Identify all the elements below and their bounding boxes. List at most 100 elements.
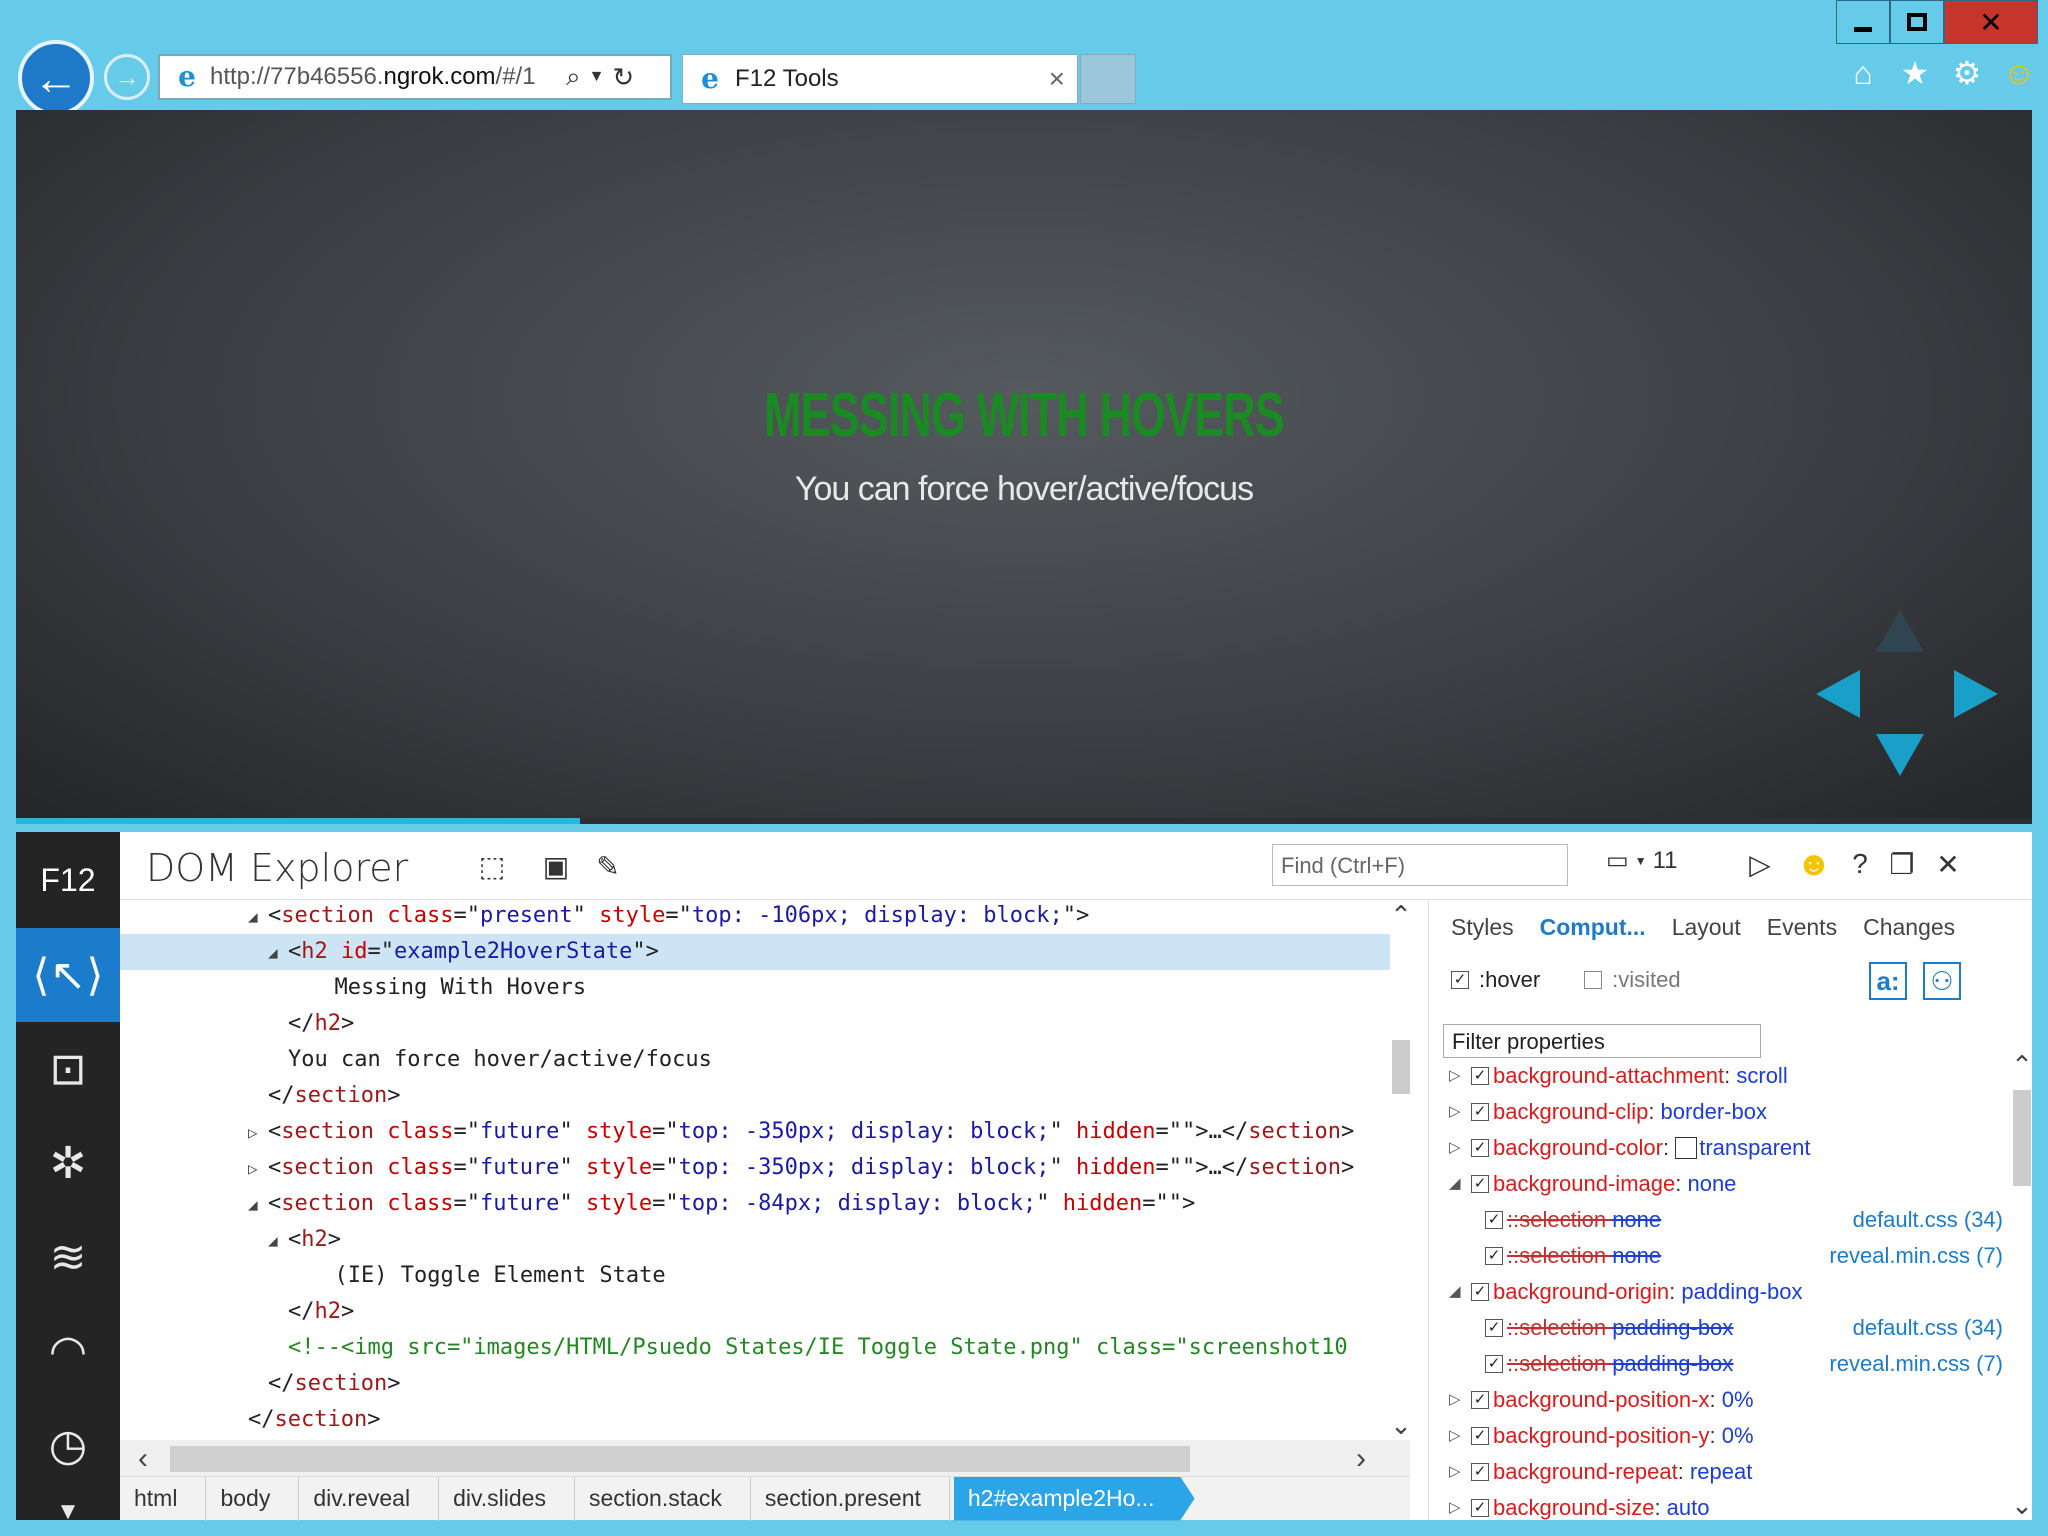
properties-scroll-thumb[interactable] [2013,1090,2031,1186]
breadcrumb-item[interactable]: html [120,1476,207,1521]
expand-toggle-icon[interactable]: ▷ [248,1151,268,1186]
back-button[interactable]: ← [18,40,94,116]
expand-toggle-icon[interactable]: ▷ [1449,1490,1461,1520]
pane-tab[interactable]: Events [1767,914,1837,941]
dom-node-line[interactable]: </section> [120,1402,1390,1438]
property-value[interactable]: none [1612,1207,1661,1232]
expand-toggle-icon[interactable]: ◢ [1449,1166,1461,1202]
forward-button[interactable]: → [104,54,150,100]
home-icon[interactable]: ⌂ [1846,55,1880,91]
dom-node-line[interactable]: </h2> [120,1006,1390,1042]
property-row[interactable]: ◢ ✓ background-image: none [1429,1166,2009,1202]
property-row[interactable]: ▷ ✓ background-size: auto [1429,1490,2009,1520]
property-value[interactable]: border-box [1661,1099,1767,1124]
property-value[interactable]: 0% [1722,1387,1754,1412]
style-source-link[interactable]: default.css (34) [1853,1310,2003,1346]
property-row[interactable]: ▷ ✓ background-clip: border-box [1429,1094,2009,1130]
expand-toggle-icon[interactable]: ◢ [268,935,288,970]
property-checkbox[interactable]: ✓ [1485,1355,1503,1373]
expand-toggle-icon[interactable]: ▷ [248,1115,268,1150]
help-icon[interactable]: ? [1842,846,1878,882]
dom-node-line[interactable]: ▷ <section class="future" style="top: -35… [120,1150,1390,1186]
expand-toggle-icon[interactable]: ◢ [268,1223,288,1258]
more-tools-chevron-icon[interactable]: ▼ [16,1492,120,1532]
nav-right-arrow-icon[interactable] [1954,670,1998,718]
property-value[interactable]: 0% [1722,1423,1754,1448]
dom-node-line[interactable]: </section> [120,1078,1390,1114]
style-source-link[interactable]: reveal.min.css (7) [1829,1238,2003,1274]
favorites-star-icon[interactable]: ★ [1898,55,1932,91]
dom-node-line[interactable]: ◢ <h2> [120,1222,1390,1258]
visited-checkbox[interactable]: ✓ [1584,971,1603,989]
breadcrumb-item[interactable]: div.slides [439,1476,575,1521]
scroll-up-icon[interactable]: ⌃ [2011,1050,2033,1080]
property-checkbox[interactable]: ✓ [1471,1103,1489,1121]
property-checkbox[interactable]: ✓ [1471,1175,1489,1193]
expand-toggle-icon[interactable]: ▷ [1449,1130,1461,1166]
expand-toggle-icon[interactable]: ◢ [248,1187,268,1222]
nav-up-arrow-icon[interactable] [1876,610,1924,652]
pane-tab[interactable]: Layout [1672,914,1741,941]
property-value[interactable]: padding-box [1612,1351,1733,1376]
property-row[interactable]: ▷ ✓ background-attachment: scroll [1429,1058,2009,1094]
scroll-left-icon[interactable]: ‹ [138,1442,148,1476]
scroll-thumb[interactable] [1392,1040,1410,1094]
dom-explorer-tool-icon[interactable]: ⟨↖⟩ [16,928,120,1022]
style-source-link[interactable]: reveal.min.css (7) [1829,1346,2003,1382]
user-styles-icon[interactable]: ⚇ [1923,962,1961,1000]
property-checkbox[interactable]: ✓ [1471,1139,1489,1157]
breadcrumb-item[interactable]: section.stack [575,1476,751,1521]
property-checkbox[interactable]: ✓ [1471,1391,1489,1409]
property-row[interactable]: ◢ ✓ background-origin: padding-box [1429,1274,2009,1310]
close-devtools-icon[interactable]: ✕ [1930,846,1966,882]
pane-tab[interactable]: Styles [1451,914,1514,941]
properties-scrollbar[interactable]: ⌃ ⌄ [2011,1050,2033,1520]
feedback-smiley-icon[interactable]: ☺ [2002,55,2036,91]
property-source-row[interactable]: ✓::selection padding-box default.css (34) [1429,1310,2009,1346]
dom-node-line[interactable]: ▷ <section class="future" style="top: -35… [120,1114,1390,1150]
expand-toggle-icon[interactable]: ◢ [1449,1274,1461,1310]
hover-checkbox[interactable]: ✓ [1451,971,1469,989]
dom-node-line[interactable]: <!--<img src="images/HTML/Psuedo States/… [120,1330,1390,1366]
property-row[interactable]: ▷ ✓ background-repeat: repeat [1429,1454,2009,1490]
property-source-row[interactable]: ✓::selection none default.css (34) [1429,1202,2009,1238]
dom-horizontal-scrollbar[interactable]: ‹ › [120,1440,1410,1476]
breadcrumb-item[interactable]: div.reveal [299,1476,440,1521]
property-checkbox[interactable]: ✓ [1485,1319,1503,1337]
property-value[interactable]: none [1687,1171,1736,1196]
property-checkbox[interactable]: ✓ [1485,1247,1503,1265]
network-wifi-icon[interactable]: ≋ [16,1210,120,1304]
property-checkbox[interactable]: ✓ [1471,1463,1489,1481]
dom-node-line[interactable]: </section> [120,1366,1390,1402]
property-row[interactable]: ▷ ✓ background-position-y: 0% [1429,1418,2009,1454]
feedback-smiley-icon[interactable]: ☻ [1796,845,1832,883]
property-row[interactable]: ▷ ✓ background-color: transparent [1429,1130,2009,1166]
property-checkbox[interactable]: ✓ [1471,1067,1489,1085]
expand-toggle-icon[interactable]: ▷ [1449,1418,1461,1454]
debugger-bug-icon[interactable]: ✲ [16,1116,120,1210]
pane-tab[interactable]: Comput... [1540,914,1646,941]
console-tool-icon[interactable]: ⊡ [16,1022,120,1116]
breadcrumb-item[interactable]: body [206,1476,300,1521]
search-icon[interactable]: ⌕ [566,61,581,93]
pane-tab[interactable]: Changes [1863,914,1955,941]
expand-toggle-icon[interactable]: ◢ [248,900,268,934]
dom-node-line[interactable]: ◢ <h2 id="example2HoverState"> [120,934,1390,970]
property-checkbox[interactable]: ✓ [1471,1499,1489,1517]
gear-icon[interactable]: ⚙ [1950,55,1984,91]
dom-vertical-scrollbar[interactable]: ⌃ ⌄ [1390,900,1412,1440]
expand-toggle-icon[interactable]: ▷ [1449,1094,1461,1130]
nav-down-arrow-icon[interactable] [1876,734,1924,776]
dom-node-line[interactable]: You can force hover/active/focus [120,1042,1390,1078]
scroll-down-icon[interactable]: ⌄ [2011,1490,2033,1520]
scroll-right-icon[interactable]: › [1356,1442,1366,1476]
performance-gauge-icon[interactable]: ◠ [16,1304,120,1398]
scroll-down-icon[interactable]: ⌄ [1390,1410,1412,1440]
color-swatch[interactable] [1675,1137,1698,1159]
new-tab-button[interactable] [1080,54,1136,104]
property-value[interactable]: none [1612,1243,1661,1268]
emulation-document-mode[interactable]: ▭ ▼ 11 [1606,846,1678,875]
property-value[interactable]: scroll [1736,1063,1787,1088]
property-checkbox[interactable]: ✓ [1471,1283,1489,1301]
dom-node-line[interactable]: ◢ <section class="future" style="top: -84… [120,1186,1390,1222]
